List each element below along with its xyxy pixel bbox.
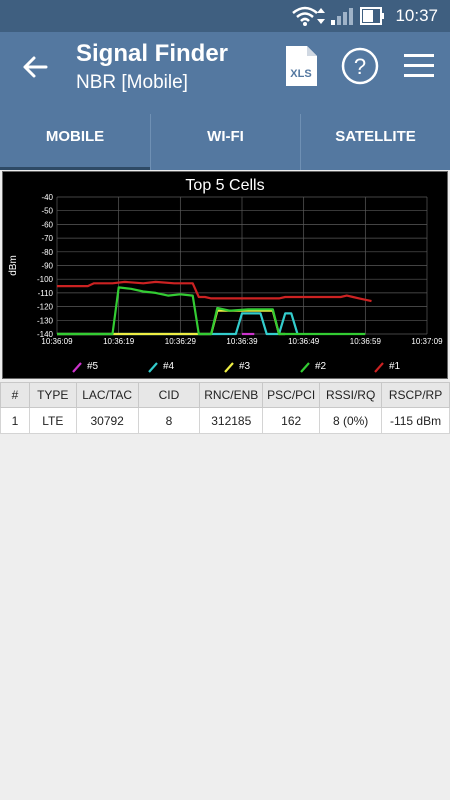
col-header-rnc-enb[interactable]: RNC/ENB xyxy=(199,382,264,408)
cell-lac-tac: 30792 xyxy=(75,407,139,434)
x-tick-label: 10:37:09 xyxy=(411,337,443,346)
col-header-type[interactable]: TYPE xyxy=(28,382,77,408)
y-tick-label: -90 xyxy=(41,262,53,271)
y-tick-label: -110 xyxy=(38,289,54,298)
legend-label-5: #5 xyxy=(87,361,99,372)
y-tick-label: -40 xyxy=(41,193,53,202)
legend-label-2: #2 xyxy=(315,361,327,372)
legend-label-1: #1 xyxy=(389,361,401,372)
x-tick-label: 10:36:09 xyxy=(41,337,73,346)
wifi-icon xyxy=(292,6,318,26)
y-tick-label: -70 xyxy=(41,234,53,243)
legend-swatch-2 xyxy=(300,362,310,373)
col-header-cid[interactable]: CID xyxy=(137,382,201,408)
export-xls-button[interactable]: XLS xyxy=(283,44,319,88)
cell-type: LTE xyxy=(28,407,77,434)
x-tick-label: 10:36:39 xyxy=(226,337,258,346)
app-bar: Signal Finder NBR [Mobile] XLS ? xyxy=(0,32,450,114)
cell-psc-pci: 162 xyxy=(262,407,321,434)
col-header-psc-pci[interactable]: PSC/PCI xyxy=(262,382,321,408)
table-header-row: # TYPE LAC/TAC CID RNC/ENB PSC/PCI RSSI/… xyxy=(0,382,450,408)
hamburger-menu-icon[interactable] xyxy=(404,52,434,80)
cell-cid: 8 xyxy=(137,407,201,434)
x-tick-label: 10:36:29 xyxy=(165,337,197,346)
cell-rscp-rp: -115 dBm xyxy=(381,407,450,434)
signal-chart-svg: Top 5 Cells -40 -50 -60 -70 -80 -90 -100 -110 -12… xyxy=(8,177,443,373)
cell-index: 1 xyxy=(0,407,30,434)
col-header-rssi-rq[interactable]: RSSI/RQ xyxy=(319,382,383,408)
y-axis-label: dBm xyxy=(8,255,19,276)
cell-signal-icon xyxy=(331,8,353,25)
cells-table: # TYPE LAC/TAC CID RNC/ENB PSC/PCI RSSI/… xyxy=(0,382,450,434)
legend-swatch-3 xyxy=(224,362,234,373)
tab-mobile[interactable]: MOBILE xyxy=(0,114,150,170)
y-tick-label: -80 xyxy=(41,248,53,257)
legend-swatch-1 xyxy=(374,362,384,373)
battery-icon xyxy=(360,7,384,25)
series-line-2 xyxy=(57,286,366,336)
y-tick-label: -50 xyxy=(41,207,53,216)
col-header-index[interactable]: # xyxy=(0,382,30,408)
legend-label-3: #3 xyxy=(239,361,251,372)
cell-rssi-rq: 8 (0%) xyxy=(319,407,383,434)
back-arrow-icon[interactable] xyxy=(20,52,50,82)
series-line-1 xyxy=(57,280,372,303)
col-header-rscp-rp[interactable]: RSCP/RP xyxy=(381,382,450,408)
x-tick-label: 10:36:49 xyxy=(288,337,320,346)
table-row[interactable]: 1 LTE 30792 8 312185 162 8 (0%) -115 dBm xyxy=(0,407,450,434)
y-tick-label: -60 xyxy=(41,220,53,229)
data-transfer-icon xyxy=(317,8,325,24)
tab-satellite[interactable]: SATELLITE xyxy=(300,114,450,170)
cell-rnc-enb: 312185 xyxy=(199,407,264,434)
help-button[interactable]: ? xyxy=(341,47,379,85)
y-tick-label: -120 xyxy=(37,303,54,312)
help-label: ? xyxy=(354,54,366,79)
status-bar: 10:37 xyxy=(0,0,450,32)
xls-label: XLS xyxy=(290,68,311,80)
legend-swatch-5 xyxy=(72,362,82,373)
chart-title: Top 5 Cells xyxy=(185,177,264,194)
y-tick-label: -130 xyxy=(37,316,54,325)
legend-label-4: #4 xyxy=(163,361,175,372)
tab-bar: MOBILE WI-FI SATELLITE xyxy=(0,114,450,170)
y-tick-label: -100 xyxy=(37,275,54,284)
signal-chart: Top 5 Cells -40 -50 -60 -70 -80 -90 -100 -110 -12… xyxy=(2,171,448,379)
tab-indicator xyxy=(0,167,150,170)
legend-swatch-4 xyxy=(148,362,158,373)
page-subtitle: NBR [Mobile] xyxy=(76,72,188,93)
x-tick-label: 10:36:19 xyxy=(103,337,135,346)
x-tick-label: 10:36:59 xyxy=(350,337,382,346)
tab-wifi[interactable]: WI-FI xyxy=(150,114,300,170)
clock: 10:37 xyxy=(395,6,438,25)
series-line-4 xyxy=(57,312,299,336)
page-title: Signal Finder xyxy=(76,40,229,67)
col-header-lac-tac[interactable]: LAC/TAC xyxy=(75,382,139,408)
